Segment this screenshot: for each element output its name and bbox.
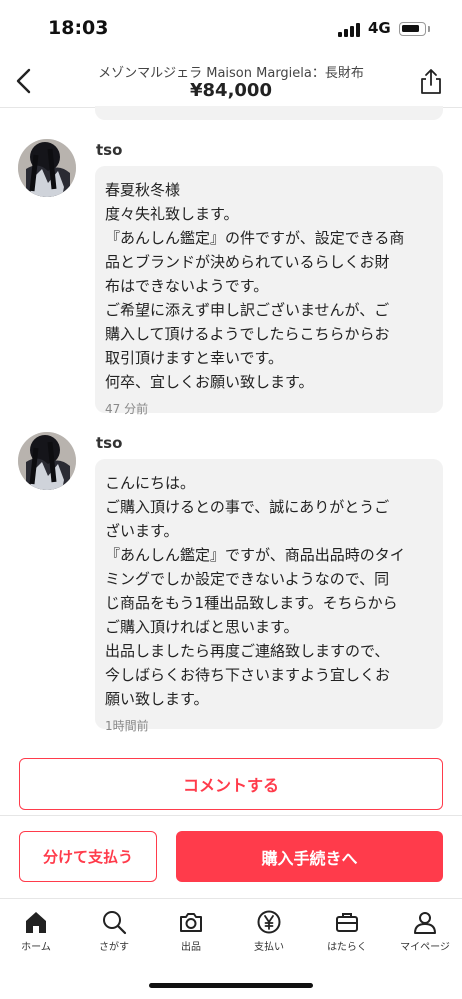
comment-username[interactable]: tso (96, 434, 122, 452)
home-icon (26, 912, 46, 933)
tab-label: 支払い (254, 942, 284, 953)
comment-timestamp: 1時間前 (105, 719, 149, 733)
camera-icon (180, 913, 202, 932)
chevron-left-icon[interactable] (10, 66, 40, 96)
status-bar: 18:03 4G (0, 0, 462, 56)
comment-text-line: 『あんしん鑑定』の件ですが、設定できる商 (105, 229, 405, 247)
comment-text-line: ミングでしか設定できないようなので、同 (105, 570, 390, 588)
battery-icon (399, 22, 426, 36)
share-icon[interactable] (418, 68, 444, 96)
split-payment-button[interactable]: 分けて支払う (19, 831, 157, 882)
network-label: 4G (368, 19, 391, 37)
tab-label: はたらく (327, 942, 367, 953)
tab-sell[interactable]: 出品 (158, 909, 224, 961)
comment-text-line: 『あんしん鑑定』ですが、商品出品時のタイ (105, 546, 405, 564)
comment-text-line: 今しばらくお待ち下さいますよう宜しくお (105, 666, 391, 684)
tab-search[interactable]: さがす (81, 909, 147, 961)
item-title: メゾンマルジェラ Maison Margiela：長財布 (98, 66, 364, 81)
comment-text-line: こんにちは。 (105, 474, 196, 492)
divider (0, 815, 462, 816)
avatar[interactable] (18, 432, 76, 490)
comment-text-line: 何卒、宜しくお願い致します。 (105, 373, 314, 391)
previous-comment-bubble (95, 106, 443, 120)
comment-text-line: 購入して頂けるようでしたらこちらからお (105, 325, 390, 343)
comment-text-line: ご購入頂ければと思います。 (105, 618, 299, 636)
briefcase-icon (336, 913, 358, 932)
tab-payment[interactable]: 支払い (236, 909, 302, 961)
item-header: メゾンマルジェラ Maison Margiela：長財布 ¥84,000 (0, 56, 462, 108)
comment-text-line: 出品しましたら再度ご連絡致しますので、 (105, 642, 390, 660)
search-icon (103, 911, 127, 935)
item-price: ¥84,000 (190, 80, 272, 101)
comment-text-line: 度々失礼致します。 (105, 205, 239, 223)
comment-button[interactable]: コメントする (19, 758, 443, 810)
comment-timestamp: 47 分前 (105, 402, 149, 416)
comment-username[interactable]: tso (96, 141, 122, 159)
home-indicator (149, 983, 313, 988)
tab-label: ホーム (21, 942, 51, 953)
tab-mypage[interactable]: マイページ (392, 909, 458, 961)
comment-text-line: 取引頂けますと幸いです。 (105, 349, 284, 367)
tab-work[interactable]: はたらく (314, 909, 380, 961)
comment-text-line: ざいます。 (105, 522, 179, 540)
comment-text-line: 品とブランドが決められているらしくお財 (105, 253, 390, 271)
battery-cap (428, 26, 430, 32)
tab-home[interactable]: ホーム (3, 909, 69, 961)
comment-text-line: 願い致します。 (105, 690, 209, 708)
tab-label: さがす (99, 942, 129, 953)
tab-label: マイページ (400, 942, 450, 953)
comment-text-line: 春夏秋冬様 (105, 181, 181, 199)
status-time: 18:03 (48, 17, 109, 39)
comment-text-line: ご希望に添えず申し訳ございませんが、ご (105, 301, 390, 319)
comment-bubble: 春夏秋冬様 度々失礼致します。 『あんしん鑑定』の件ですが、設定できる商 品とブ… (95, 166, 443, 416)
comment-bubble: こんにちは。 ご購入頂けるとの事で、誠にありがとうご ざいます。 『あんしん鑑定… (95, 459, 443, 733)
yen-icon (257, 910, 281, 934)
signal-icon (338, 22, 362, 37)
tab-label: 出品 (181, 942, 201, 953)
avatar[interactable] (18, 139, 76, 197)
comment-text-line: ご購入頂けるとの事で、誠にありがとうご (105, 498, 390, 516)
person-icon (414, 912, 436, 934)
comment-text-line: じ商品をもう1種出品致します。そちらから (105, 594, 398, 612)
purchase-button[interactable]: 購入手続きへ (176, 831, 443, 882)
comment-text-line: 布はできないようです。 (105, 277, 269, 295)
